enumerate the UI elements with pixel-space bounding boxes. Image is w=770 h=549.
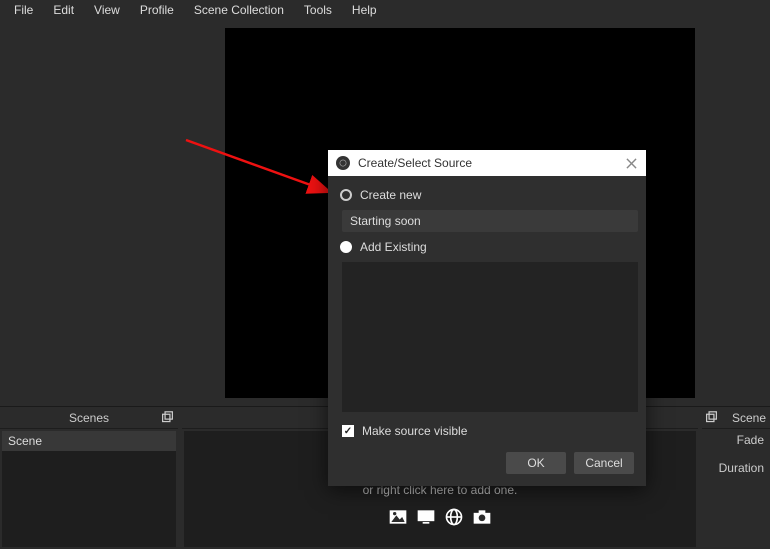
menu-bar: File Edit View Profile Scene Collection … (0, 0, 770, 20)
dialog-body: Create new Add Existing ✓ Make source vi… (328, 176, 646, 486)
transitions-body: Fade Duration (702, 429, 770, 549)
ok-button[interactable]: OK (506, 452, 566, 474)
dock-transitions-popout-icon[interactable] (704, 410, 718, 424)
sources-empty-icons (387, 507, 493, 527)
add-existing-radio[interactable] (340, 241, 352, 253)
image-icon (387, 507, 409, 527)
obs-logo-icon (336, 156, 350, 170)
menu-help[interactable]: Help (342, 1, 387, 19)
dock-scenes-popout-icon[interactable] (160, 410, 174, 424)
menu-edit[interactable]: Edit (43, 1, 84, 19)
menu-tools[interactable]: Tools (294, 1, 342, 19)
dock-transitions: Scene Fade Duration (702, 407, 770, 549)
globe-icon (443, 507, 465, 527)
add-existing-label: Add Existing (360, 240, 427, 254)
dialog-buttons: OK Cancel (340, 452, 634, 474)
transition-fade-label[interactable]: Fade (737, 433, 766, 447)
source-name-input[interactable] (342, 210, 638, 232)
make-visible-checkbox[interactable]: ✓ (342, 425, 354, 437)
camera-icon (471, 507, 493, 527)
create-new-label: Create new (360, 188, 421, 202)
scene-item[interactable]: Scene (2, 431, 176, 451)
dialog-close-button[interactable] (622, 154, 640, 172)
menu-file[interactable]: File (4, 1, 43, 19)
create-new-radio-row[interactable]: Create new (340, 188, 634, 202)
transition-duration-label: Duration (719, 461, 766, 475)
dock-scenes-title: Scenes (69, 411, 109, 425)
menu-scene-collection[interactable]: Scene Collection (184, 1, 294, 19)
dock-transitions-title: Scene (732, 411, 766, 425)
display-icon (415, 507, 437, 527)
create-select-source-dialog: Create/Select Source Create new Add Exis… (328, 150, 646, 486)
cancel-button[interactable]: Cancel (574, 452, 634, 474)
dock-scenes-header: Scenes (0, 407, 178, 429)
menu-view[interactable]: View (84, 1, 130, 19)
make-visible-row[interactable]: ✓ Make source visible (342, 424, 634, 438)
dock-scenes: Scenes Scene (0, 407, 178, 549)
dialog-titlebar[interactable]: Create/Select Source (328, 150, 646, 176)
dock-transitions-header: Scene (702, 407, 770, 429)
create-new-radio[interactable] (340, 189, 352, 201)
make-visible-label: Make source visible (362, 424, 467, 438)
menu-profile[interactable]: Profile (130, 1, 184, 19)
existing-sources-list[interactable] (342, 262, 638, 412)
add-existing-radio-row[interactable]: Add Existing (340, 240, 634, 254)
dialog-title-text: Create/Select Source (358, 156, 472, 170)
scenes-list[interactable]: Scene (2, 431, 176, 547)
